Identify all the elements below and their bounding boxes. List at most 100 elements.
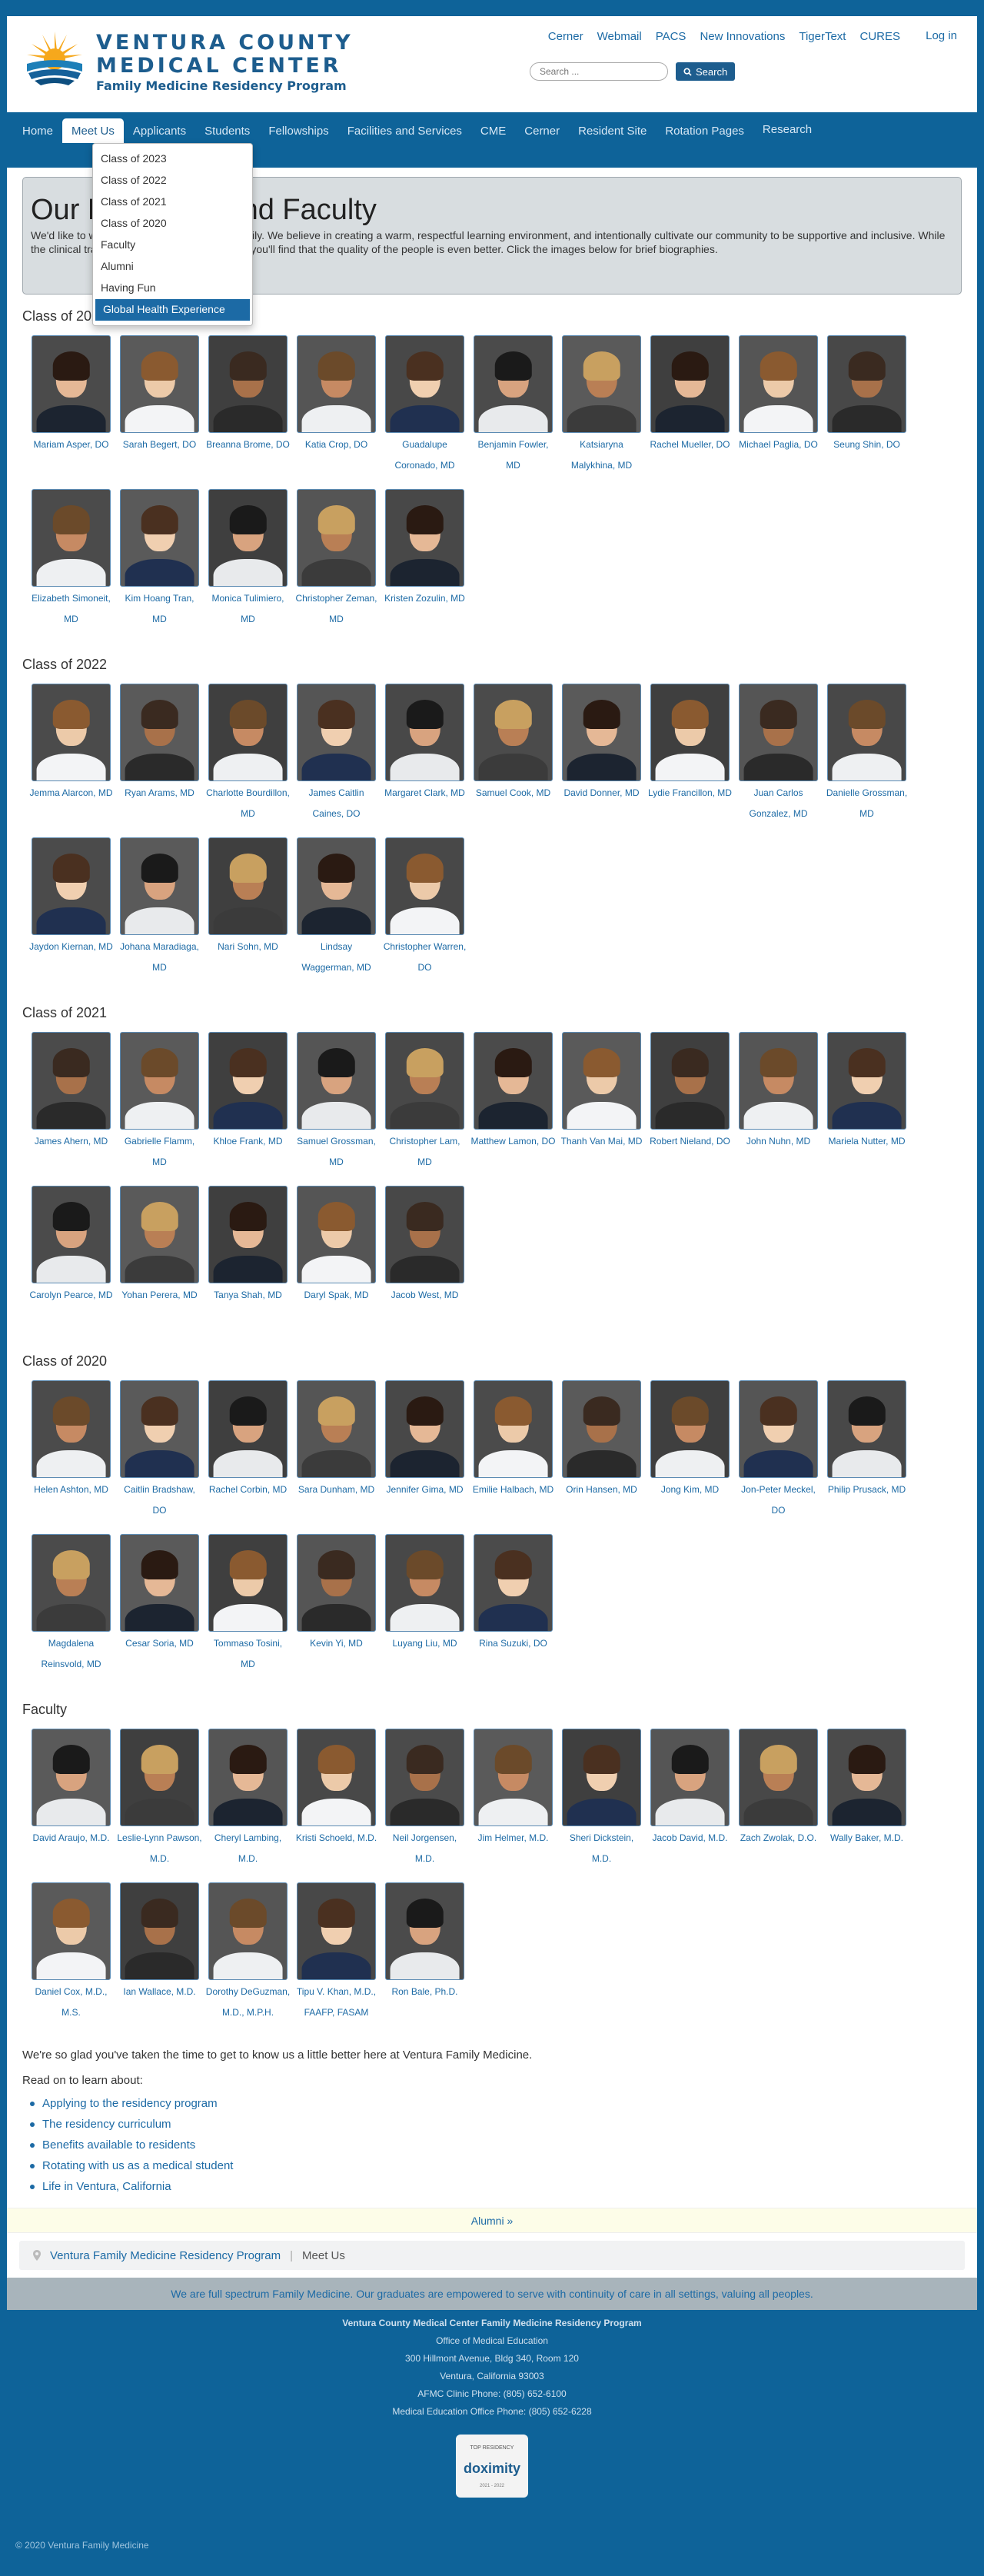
person-card[interactable]: Jaydon Kiernan, MD (27, 837, 115, 991)
person-name[interactable]: Katsiaryna Malykhina, MD (557, 434, 646, 476)
nav-facilities[interactable]: Facilities and Services (338, 118, 471, 143)
search-input[interactable] (530, 62, 668, 81)
person-name[interactable]: Sara Dunham, MD (292, 1479, 381, 1500)
person-photo[interactable] (208, 1729, 288, 1826)
person-photo[interactable] (474, 1534, 553, 1632)
person-photo[interactable] (739, 335, 818, 433)
breadcrumb-home-link[interactable]: Ventura Family Medicine Residency Progra… (50, 2249, 281, 2262)
person-photo[interactable] (120, 684, 199, 781)
person-name[interactable]: Matthew Lamon, DO (469, 1131, 557, 1152)
person-photo[interactable] (562, 1032, 641, 1130)
person-card[interactable]: Dorothy DeGuzman, M.D., M.P.H. (204, 1882, 292, 2036)
person-photo[interactable] (208, 1186, 288, 1283)
nav-research[interactable]: Research (753, 118, 821, 143)
person-card[interactable]: Daryl Spak, MD (292, 1186, 381, 1340)
person-photo[interactable] (32, 684, 111, 781)
person-photo[interactable] (827, 1380, 906, 1478)
person-photo[interactable] (297, 335, 376, 433)
person-card[interactable]: Jemma Alarcon, MD (27, 684, 115, 837)
login-link[interactable]: Log in (926, 29, 957, 42)
person-card[interactable]: Christopher Zeman, MD (292, 489, 381, 643)
dropdown-item-class-2022[interactable]: Class of 2022 (93, 170, 252, 191)
person-card[interactable]: Samuel Grossman, MD (292, 1032, 381, 1186)
person-photo[interactable] (650, 1380, 730, 1478)
person-card[interactable]: Johana Maradiaga, MD (115, 837, 204, 991)
person-card[interactable]: Rina Suzuki, DO (469, 1534, 557, 1688)
person-photo[interactable] (385, 1534, 464, 1632)
person-photo[interactable] (297, 837, 376, 935)
person-photo[interactable] (32, 1380, 111, 1478)
person-photo[interactable] (32, 837, 111, 935)
person-name[interactable]: James Ahern, MD (27, 1131, 115, 1152)
person-name[interactable]: Lydie Francillon, MD (646, 783, 734, 804)
nav-home[interactable]: Home (13, 118, 62, 143)
person-name[interactable]: Rina Suzuki, DO (469, 1633, 557, 1654)
person-name[interactable]: Yohan Perera, MD (115, 1285, 204, 1306)
person-card[interactable]: Zach Zwolak, D.O. (734, 1729, 823, 1882)
person-card[interactable]: Carolyn Pearce, MD (27, 1186, 115, 1340)
person-card[interactable]: Katia Crop, DO (292, 335, 381, 489)
person-photo[interactable] (562, 1729, 641, 1826)
person-name[interactable]: Kim Hoang Tran, MD (115, 588, 204, 630)
doximity-badge[interactable]: TOP RESIDENCY doximity 2021 - 2022 (456, 2435, 528, 2498)
person-name[interactable]: Carolyn Pearce, MD (27, 1285, 115, 1306)
person-name[interactable]: Tommaso Tosini, MD (204, 1633, 292, 1675)
person-card[interactable]: Cheryl Lambing, M.D. (204, 1729, 292, 1882)
person-photo[interactable] (120, 489, 199, 587)
person-card[interactable]: Seung Shin, DO (823, 335, 911, 489)
person-name[interactable]: Emilie Halbach, MD (469, 1479, 557, 1500)
person-card[interactable]: Monica Tulimiero, MD (204, 489, 292, 643)
person-card[interactable]: Michael Paglia, DO (734, 335, 823, 489)
person-name[interactable]: Daniel Cox, M.D., M.S. (27, 1982, 115, 2023)
person-name[interactable]: Monica Tulimiero, MD (204, 588, 292, 630)
person-photo[interactable] (385, 837, 464, 935)
link-applying[interactable]: Applying to the residency program (30, 2093, 962, 2114)
person-photo[interactable] (739, 1032, 818, 1130)
tigertext-link[interactable]: TigerText (799, 30, 846, 43)
person-card[interactable]: Tommaso Tosini, MD (204, 1534, 292, 1688)
person-card[interactable]: Mariela Nutter, MD (823, 1032, 911, 1186)
person-name[interactable]: Zach Zwolak, D.O. (734, 1828, 823, 1849)
person-photo[interactable] (208, 1882, 288, 1980)
person-name[interactable]: Dorothy DeGuzman, M.D., M.P.H. (204, 1982, 292, 2023)
person-card[interactable]: Samuel Cook, MD (469, 684, 557, 837)
person-card[interactable]: Jong Kim, MD (646, 1380, 734, 1534)
person-photo[interactable] (208, 684, 288, 781)
person-card[interactable]: Kristi Schoeld, M.D. (292, 1729, 381, 1882)
nav-meet-us[interactable]: Meet Us (62, 118, 124, 143)
person-card[interactable]: Ian Wallace, M.D. (115, 1882, 204, 2036)
person-name[interactable]: David Donner, MD (557, 783, 646, 804)
person-name[interactable]: Sheri Dickstein, M.D. (557, 1828, 646, 1869)
cures-link[interactable]: CURES (859, 30, 900, 43)
person-card[interactable]: Elizabeth Simoneit, MD (27, 489, 115, 643)
person-card[interactable]: Juan Carlos Gonzalez, MD (734, 684, 823, 837)
person-name[interactable]: Margaret Clark, MD (381, 783, 469, 804)
person-card[interactable]: Sheri Dickstein, M.D. (557, 1729, 646, 1882)
cerner-link[interactable]: Cerner (548, 30, 583, 43)
person-name[interactable]: Cesar Soria, MD (115, 1633, 204, 1654)
person-card[interactable]: Khloe Frank, MD (204, 1032, 292, 1186)
person-name[interactable]: Charlotte Bourdillon, MD (204, 783, 292, 824)
person-name[interactable]: Danielle Grossman, MD (823, 783, 911, 824)
person-name[interactable]: John Nuhn, MD (734, 1131, 823, 1152)
person-name[interactable]: Philip Prusack, MD (823, 1479, 911, 1500)
site-logo[interactable]: VENTURA COUNTY MEDICAL CENTER Family Med… (24, 28, 354, 95)
person-photo[interactable] (297, 1729, 376, 1826)
person-card[interactable]: Emilie Halbach, MD (469, 1380, 557, 1534)
person-card[interactable]: Mariam Asper, DO (27, 335, 115, 489)
person-photo[interactable] (208, 1534, 288, 1632)
person-photo[interactable] (650, 684, 730, 781)
person-card[interactable]: Margaret Clark, MD (381, 684, 469, 837)
person-card[interactable]: Lydie Francillon, MD (646, 684, 734, 837)
person-name[interactable]: Guadalupe Coronado, MD (381, 434, 469, 476)
person-photo[interactable] (650, 1032, 730, 1130)
dropdown-item-global-health[interactable]: Global Health Experience (95, 299, 250, 321)
person-name[interactable]: Daryl Spak, MD (292, 1285, 381, 1306)
person-photo[interactable] (208, 1380, 288, 1478)
person-photo[interactable] (474, 1380, 553, 1478)
person-name[interactable]: Jong Kim, MD (646, 1479, 734, 1500)
person-card[interactable]: Robert Nieland, DO (646, 1032, 734, 1186)
person-card[interactable]: Sarah Begert, DO (115, 335, 204, 489)
person-card[interactable]: Benjamin Fowler, MD (469, 335, 557, 489)
nav-fellowships[interactable]: Fellowships (259, 118, 337, 143)
